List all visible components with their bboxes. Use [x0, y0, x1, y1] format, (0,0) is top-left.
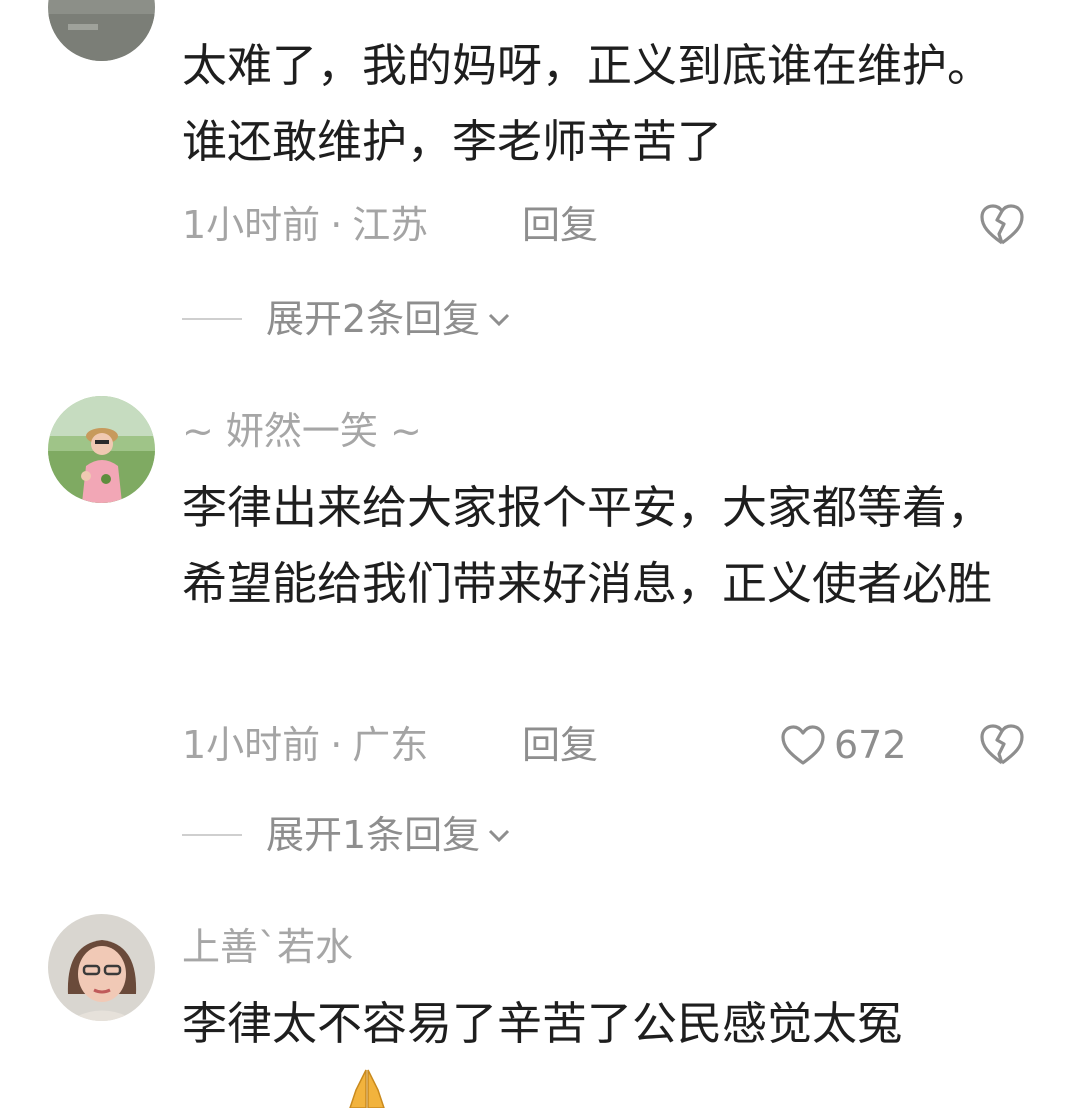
broken-heart-icon[interactable]	[978, 201, 1026, 249]
expand-replies-label: 展开2条回复	[266, 297, 481, 341]
comment-text: 李律太不容易了辛苦了公民感觉太冤	[182, 997, 903, 1050]
username[interactable]: ~ 妍然一笑 ~	[182, 406, 422, 456]
reply-button[interactable]: 回复	[522, 200, 598, 250]
praying-hands-emoji	[349, 1069, 385, 1108]
username[interactable]: 上善`若水	[182, 922, 353, 972]
comment-text: 太难了，我的妈呀，正义到底谁在维护。谁还敢维护，李老师辛苦了	[182, 39, 993, 168]
divider	[182, 834, 242, 836]
meta-separator: ·	[330, 203, 343, 247]
comment-location: 江苏	[352, 203, 429, 247]
like-count: 672	[834, 723, 907, 767]
chevron-down-icon	[489, 829, 510, 843]
divider	[182, 318, 242, 320]
avatar[interactable]	[48, 914, 155, 1021]
avatar[interactable]	[48, 0, 155, 61]
expand-replies-button[interactable]: 展开1条回复	[182, 810, 512, 860]
reply-button[interactable]: 回复	[522, 720, 598, 770]
comment-time: 1小时前	[182, 203, 321, 247]
broken-heart-icon[interactable]	[978, 721, 1026, 769]
like-button[interactable]: 672	[780, 720, 907, 770]
comment-location: 广东	[352, 723, 429, 767]
avatar[interactable]	[48, 396, 155, 503]
meta-separator: ·	[330, 723, 343, 767]
comment-time: 1小时前	[182, 723, 321, 767]
comment-meta: 1小时前 · 广东	[182, 720, 428, 770]
expand-replies-button[interactable]: 展开2条回复	[182, 294, 512, 344]
heart-outline-icon	[781, 725, 825, 765]
expand-replies-label: 展开1条回复	[266, 813, 481, 857]
comment-text: 李律出来给大家报个平安，大家都等着，希望能给我们带来好消息，正义使者必胜	[182, 481, 993, 610]
chevron-down-icon	[489, 313, 510, 327]
comment-meta: 1小时前 · 江苏	[182, 200, 428, 250]
